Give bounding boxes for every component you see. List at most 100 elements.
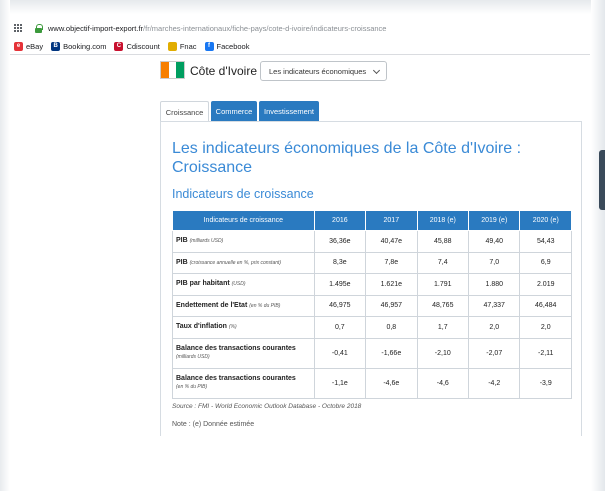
indicator-name: PIB [176,258,188,266]
folder-icon [167,41,177,51]
table-cell: 54,43 [519,230,572,253]
chevron-down-icon [372,66,381,75]
indicator-name: Balance des transactions courantes [176,345,296,352]
bookmarks-bar: e eBay B Booking.com C Cdiscount Fnac f Facebook [10,39,588,53]
table-row: PIB (croissance annuelle en %, prix cons… [172,251,572,274]
url-host: www.objectif-import-export.fr [48,23,144,33]
column-header: 2020 (e) [519,210,572,231]
row-label: Endettement de l'Etat (en % du PIB) [172,294,315,317]
table-cell: 8,3e [313,251,367,274]
table-cell: 2,0 [468,316,521,339]
column-header: 2018 (e) [416,210,470,231]
tab-investissement[interactable]: Investissement [259,101,319,121]
indicator-name: Taux d'inflation [176,323,227,331]
indicator-name: Endettement de l'Etat [176,301,248,309]
indicator-unit: (%) [228,324,237,331]
booking-icon: B [51,41,61,51]
page-shadow-right [591,0,605,491]
source-note: Source : FMI - World Economic Outlook Da… [172,403,362,410]
cdiscount-icon: C [114,41,124,51]
bookmark-label: Booking.com [63,41,107,51]
ebay-icon: e [14,41,23,51]
table-row: PIB par habitant (USD) 1.495e 1.621e 1.791 1… [172,273,572,296]
indicator-unit: (milliards USD) [189,238,224,245]
table-cell: -1,1e [313,367,367,399]
table-cell: 7,0 [468,251,521,274]
table-cell: 0,7 [313,316,367,339]
indicator-name: PIB par habitant [176,280,230,288]
estimate-note: Note : (e) Donnée estimée [172,421,255,428]
table-cell: 1,7 [416,316,470,339]
bookmark-label: eBay [26,41,44,51]
table-cell: 46,975 [313,294,367,317]
table-cell: 0,8 [365,316,418,339]
table-cell: -1,66e [365,337,418,369]
bookmark-label: Cdiscount [126,41,160,51]
table-cell: 7,8e [365,251,418,274]
table-header-row: Indicateurs de croissance 2016 2017 2018… [172,210,572,231]
tab-bar: Croissance Commerce Investissement [160,101,321,122]
table-cell: -3,9 [519,367,572,399]
column-header: 2016 [313,210,367,231]
tab-croissance[interactable]: Croissance [160,101,209,122]
bookmark-item[interactable]: e eBay [14,41,44,51]
table-cell: 2,0 [519,316,572,339]
table-cell: -4,2 [468,367,521,399]
indicator-unit: (en % du PIB) [176,384,208,390]
table-cell: 1.495e [313,273,367,296]
bookmark-item[interactable]: f Facebook [204,41,250,51]
lock-icon[interactable] [35,23,43,33]
table-cell: -0,41 [313,337,367,369]
bookmark-item[interactable]: Fnac [167,41,197,51]
bookmark-item[interactable]: C Cdiscount [114,41,160,51]
growth-indicators-table: Indicateurs de croissance 2016 2017 2018… [172,210,572,399]
address-bar[interactable]: www.objectif-import-export.fr/fr/marches… [10,18,588,38]
column-header: 2017 [365,210,418,231]
table-cell: 45,88 [416,230,470,253]
table-cell: 46,484 [519,294,572,317]
indicator-select-value: Les indicateurs économiques [269,66,367,76]
ivory-coast-flag-icon [160,61,185,79]
table-row: PIB (milliards USD) 36,36e 40,47e 45,88 49,4… [172,230,572,253]
url-path: /fr/marches-internationaux/fiche-pays/co… [143,23,387,33]
tab-commerce[interactable]: Commerce [211,101,257,121]
table-cell: 2.019 [519,273,572,296]
table-row: Endettement de l'Etat (en % du PIB) 46,97… [172,294,572,317]
table-cell: -2,10 [416,337,470,369]
table-cell: 48,765 [416,294,470,317]
row-label: PIB par habitant (USD) [172,273,315,296]
table-cell: 47,337 [468,294,521,317]
row-label: PIB (milliards USD) [172,230,315,253]
row-label: PIB (croissance annuelle en %, prix cons… [172,251,315,274]
content-panel: Les indicateurs économiques de la Côte d… [160,121,582,436]
table-cell: 1.880 [468,273,521,296]
apps-grid-icon[interactable] [14,23,23,33]
chrome-divider [10,54,590,55]
table-row: Taux d'inflation (%) 0,7 0,8 1,7 2,0 2,0 [172,316,572,339]
bookmark-item[interactable]: B Booking.com [51,41,107,51]
table-row: Balance des transactions courantes (milli… [172,337,572,369]
page-title: Les indicateurs économiques de la Côte d… [172,140,522,176]
table-cell: 1.791 [416,273,470,296]
table-cell: -2,07 [468,337,521,369]
table-cell: 46,957 [365,294,418,317]
row-label: Balance des transactions courantes (milli… [172,337,315,369]
column-header: 2019 (e) [468,210,521,231]
url-text[interactable]: www.objectif-import-export.fr/fr/marches… [48,24,386,33]
page-shadow-top [0,0,605,14]
bookmark-label: Fnac [179,41,197,51]
table-cell: 7,4 [416,251,470,274]
indicator-select[interactable]: Les indicateurs économiques [260,61,387,81]
row-label: Taux d'inflation (%) [172,316,315,339]
table-cell: -2,11 [519,337,572,369]
row-label: Balance des transactions courantes (en % … [172,367,315,399]
country-label: Côte d'Ivoire : [190,64,264,78]
column-header: Indicateurs de croissance [172,210,315,231]
indicator-unit: (USD) [231,281,246,288]
indicator-unit: (croissance annuelle en %, prix constant… [189,259,282,266]
table-cell: 6,9 [519,251,572,274]
bookmark-label: Facebook [216,41,250,51]
indicator-name: PIB [176,237,188,245]
indicator-name: Balance des transactions courantes [176,375,296,382]
torn-edge [599,150,605,210]
